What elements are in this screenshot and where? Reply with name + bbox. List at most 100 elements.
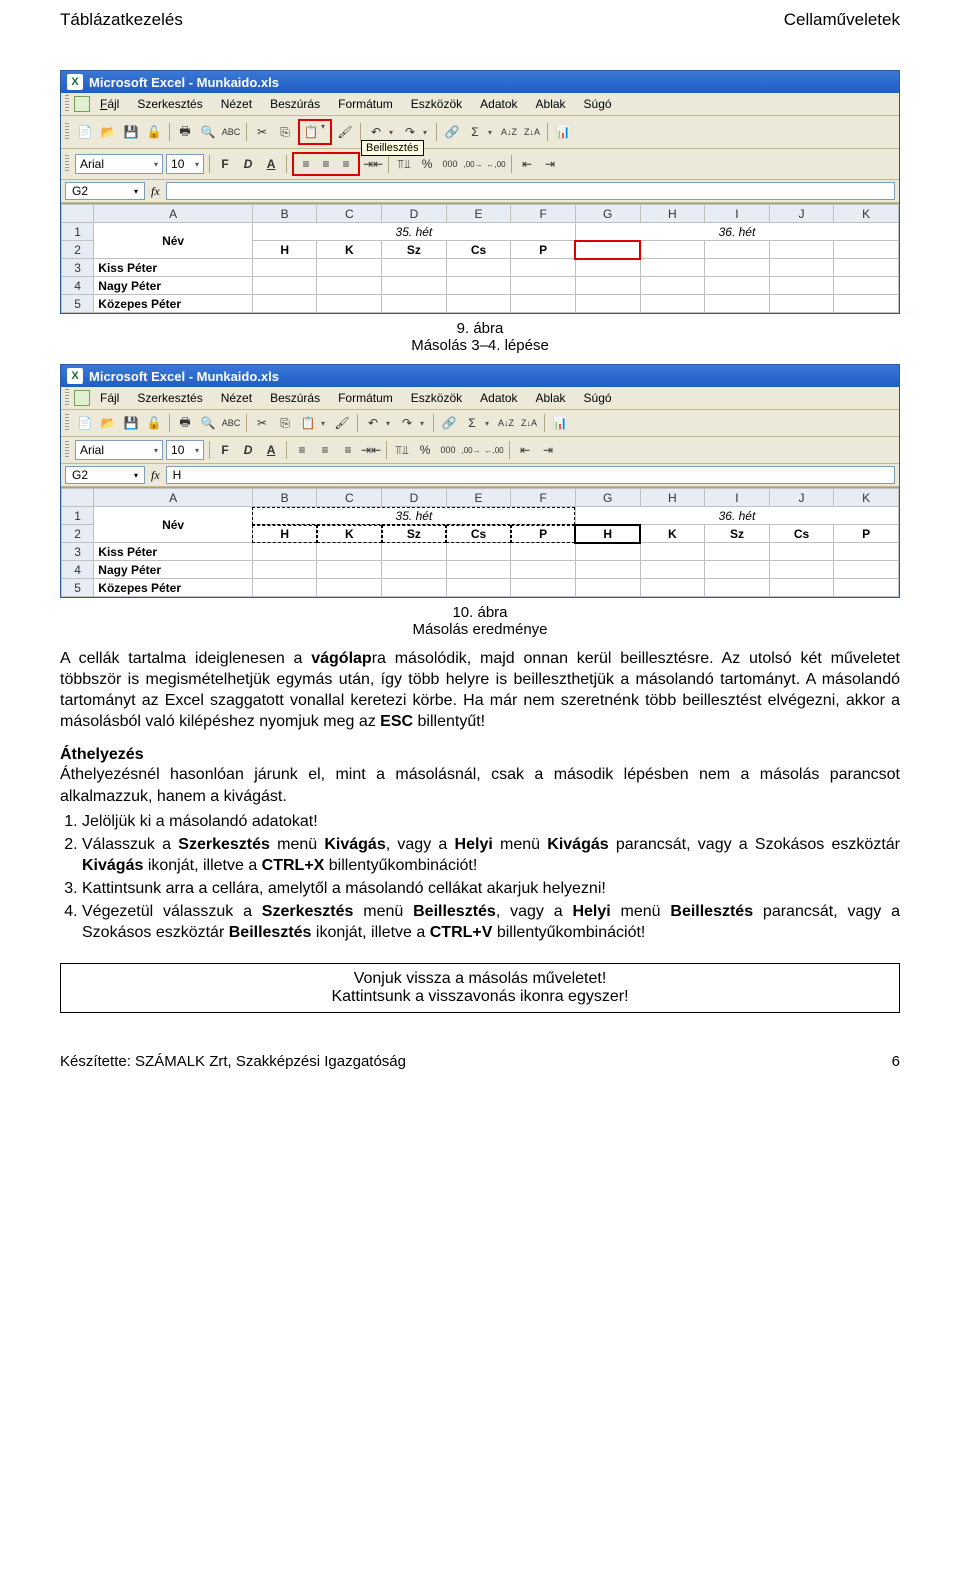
cell[interactable] (834, 579, 899, 597)
cell[interactable] (446, 579, 511, 597)
cell[interactable] (640, 295, 705, 313)
undo-dropdown-icon[interactable]: ▾ (389, 128, 397, 137)
cell[interactable] (317, 277, 382, 295)
cell[interactable] (705, 543, 770, 561)
cell[interactable] (575, 561, 640, 579)
cell[interactable]: Sz (705, 525, 770, 543)
cell[interactable] (446, 277, 511, 295)
row-header[interactable]: 2 (62, 241, 94, 259)
autosum-icon[interactable]: Σ (465, 122, 485, 142)
menu-file[interactable]: Fájl (92, 95, 127, 113)
underline-button[interactable]: A (261, 440, 281, 460)
open-icon[interactable]: 📂 (98, 413, 118, 433)
italic-button[interactable]: D (238, 440, 258, 460)
cell[interactable]: P (511, 241, 576, 259)
thousands-icon[interactable]: 000 (438, 440, 458, 460)
col-header[interactable]: J (769, 205, 834, 223)
col-header[interactable]: H (640, 489, 705, 507)
name-box[interactable]: G2 ▾ (65, 466, 145, 484)
col-header[interactable]: D (382, 205, 447, 223)
align-center-icon[interactable]: ≡ (316, 154, 336, 174)
cell[interactable]: Nagy Péter (94, 561, 253, 579)
cell[interactable] (575, 277, 640, 295)
menu-help[interactable]: Súgó (576, 95, 620, 113)
cell[interactable]: P (834, 525, 899, 543)
menu-format[interactable]: Formátum (330, 389, 401, 407)
paste-dropdown-icon[interactable]: ▾ (321, 419, 329, 428)
col-header[interactable]: I (705, 489, 770, 507)
cell[interactable] (769, 277, 834, 295)
format-painter-icon[interactable]: 🖌 (332, 413, 352, 433)
cell[interactable] (511, 579, 576, 597)
new-icon[interactable]: 📄 (75, 413, 95, 433)
increase-indent-icon[interactable]: ⇥ (538, 440, 558, 460)
thousands-icon[interactable]: 000 (440, 154, 460, 174)
menu-insert[interactable]: Beszúrás (262, 95, 328, 113)
cell[interactable] (705, 277, 770, 295)
cell[interactable]: H (252, 241, 317, 259)
cell-marquee[interactable]: K (317, 525, 382, 543)
menu-help[interactable]: Súgó (576, 389, 620, 407)
cell[interactable] (834, 561, 899, 579)
cell-marquee[interactable]: H (252, 525, 317, 543)
cell[interactable] (252, 561, 317, 579)
cell-grid[interactable]: A B C D E F G H I J K 1 Név 35. hét 36. … (61, 487, 899, 597)
cell[interactable] (252, 259, 317, 277)
cell[interactable] (640, 561, 705, 579)
paste-icon[interactable]: 📋 (298, 413, 318, 433)
cell[interactable]: Név (94, 507, 253, 543)
menu-format[interactable]: Formátum (330, 95, 401, 113)
sort-desc-icon[interactable]: Z↓A (519, 413, 539, 433)
merge-center-icon[interactable]: ⇥⇤ (361, 440, 381, 460)
cell[interactable] (769, 295, 834, 313)
cell[interactable] (769, 543, 834, 561)
cell[interactable] (640, 241, 705, 259)
col-header[interactable]: G (575, 489, 640, 507)
cell[interactable] (382, 543, 447, 561)
new-icon[interactable]: 📄 (75, 122, 95, 142)
cell[interactable]: Kiss Péter (94, 543, 253, 561)
row-header[interactable]: 2 (62, 525, 94, 543)
col-header[interactable]: B (252, 205, 317, 223)
col-header[interactable]: I (705, 205, 770, 223)
align-left-icon[interactable]: ≡ (296, 154, 316, 174)
paste-icon[interactable]: 📋 (301, 122, 321, 142)
cell-grid[interactable]: A B C D E F G H I J K 1 Név 35. hét 36. … (61, 203, 899, 313)
chart-icon[interactable]: 📊 (553, 122, 573, 142)
undo-icon[interactable]: ↶ (363, 413, 383, 433)
cell[interactable] (640, 277, 705, 295)
paste-button-highlighted[interactable]: 📋 ▾ (298, 119, 332, 145)
col-header[interactable]: K (834, 489, 899, 507)
cell[interactable] (511, 277, 576, 295)
bold-button[interactable]: F (215, 440, 235, 460)
cell[interactable] (511, 543, 576, 561)
cell[interactable] (640, 543, 705, 561)
cell[interactable] (640, 259, 705, 277)
italic-button[interactable]: D (238, 154, 258, 174)
menu-window[interactable]: Ablak (528, 389, 574, 407)
cell[interactable]: Sz (382, 241, 447, 259)
cell[interactable] (317, 561, 382, 579)
format-painter-icon[interactable]: 🖌 (335, 122, 355, 142)
cell[interactable] (382, 579, 447, 597)
menu-insert[interactable]: Beszúrás (262, 389, 328, 407)
col-header[interactable]: D (382, 489, 447, 507)
cell[interactable] (575, 543, 640, 561)
save-icon[interactable]: 💾 (121, 122, 141, 142)
permission-icon[interactable]: 🔓 (144, 122, 164, 142)
font-name-select[interactable]: Arial ▾ (75, 154, 163, 174)
cell[interactable] (317, 579, 382, 597)
font-size-select[interactable]: 10 ▾ (166, 440, 204, 460)
cell[interactable] (705, 241, 770, 259)
cell[interactable]: Cs (446, 241, 511, 259)
currency-icon[interactable]: ⫪⫫ (392, 440, 412, 460)
selected-cell[interactable]: H (575, 525, 640, 543)
col-header[interactable]: A (94, 205, 253, 223)
print-icon[interactable]: 🖶 (175, 413, 195, 433)
col-header[interactable]: C (317, 489, 382, 507)
menu-tools[interactable]: Eszközök (403, 389, 470, 407)
cell[interactable]: Közepes Péter (94, 295, 253, 313)
spellcheck-icon[interactable]: ABC (221, 122, 241, 142)
selected-cell[interactable] (575, 241, 640, 259)
redo-dropdown-icon[interactable]: ▾ (420, 419, 428, 428)
